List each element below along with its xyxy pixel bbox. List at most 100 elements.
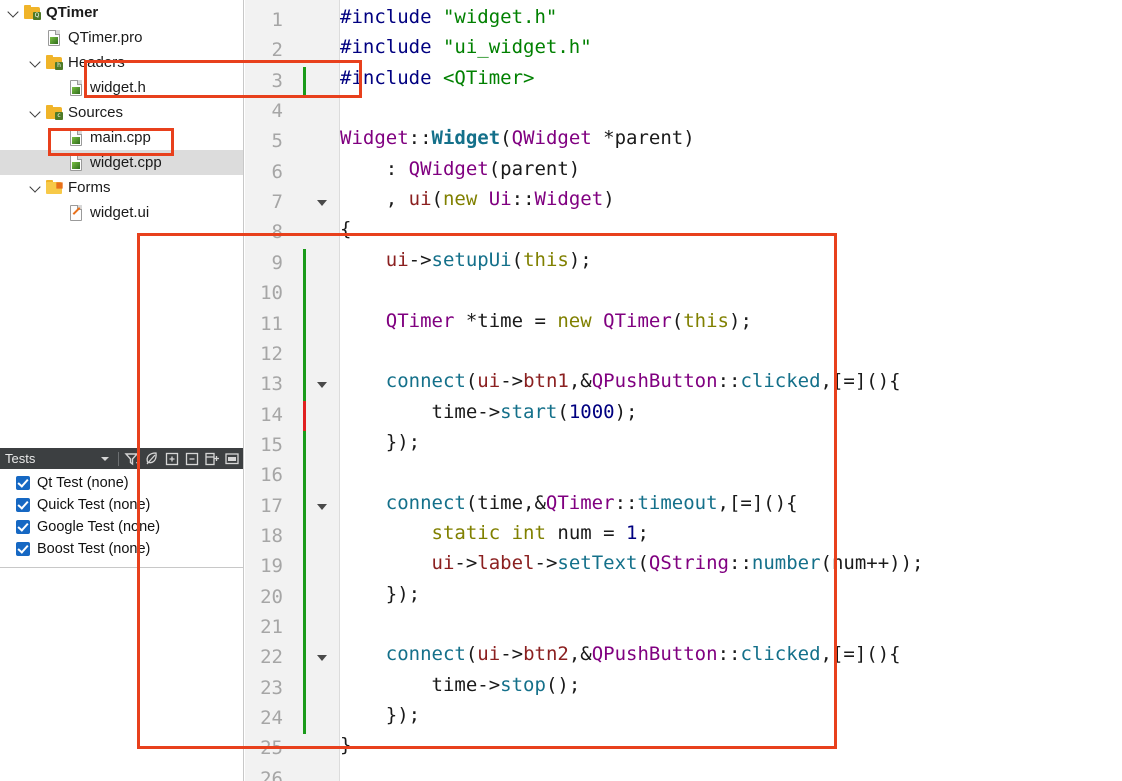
code-token: ); [568,248,592,271]
code-line[interactable]: { [340,220,351,239]
chevron-down-icon[interactable] [30,106,43,119]
tests-list[interactable]: Qt Test (none) Quick Test (none) Google Te… [0,469,243,568]
code-line[interactable]: ui->setupUi(this); [340,248,592,271]
code-token: ,[=](){ [820,370,901,393]
test-item[interactable]: Google Test (none) [0,516,243,538]
tree-item-widget-ui[interactable]: widget.ui [0,200,243,225]
editor-gutter[interactable]: 1 2 3 4 5 6 7 8 9 10 11 12 13 14 15 16 17 18 19 20 21 22 23 24 2… [245,0,340,781]
code-token: :: [717,370,741,393]
code-line[interactable]: QTimer *time = new QTimer(this); [340,309,752,332]
test-item-label: Qt Test (none) [37,475,129,491]
code-line[interactable]: }); [340,584,420,604]
code-line[interactable]: , ui(new Ui::Widget) [340,190,615,209]
code-line[interactable]: ui->label->setText(QString::number(num++… [340,552,924,575]
code-content[interactable]: #include "widget.h" #include "ui_widget.h… [340,0,1122,781]
chevron-down-icon[interactable] [30,56,43,69]
code-token: btn1 [523,370,569,393]
checkbox-checked-icon[interactable] [16,520,30,534]
test-item-label: Google Test (none) [37,519,161,535]
code-token: Widget [534,188,604,211]
line-number: 3 [271,69,283,92]
tree-item-widget-h[interactable]: widget.h [0,75,243,100]
code-token: label [477,552,535,575]
fold-toggle-icon[interactable] [317,198,329,210]
tree-item-label: main.cpp [90,129,151,146]
fold-toggle-icon[interactable] [317,380,329,392]
code-line[interactable]: time->start(1000); [340,400,638,423]
code-token: }); [340,704,421,727]
code-token: ,& [568,370,592,393]
code-line[interactable]: connect(time,&QTimer::timeout,[=](){ [340,493,798,513]
test-item[interactable]: Quick Test (none) [0,494,243,516]
line-number: 26 [260,767,283,781]
test-item[interactable]: Boost Test (none) [0,538,243,560]
tree-item-headers[interactable]: h Headers [0,50,243,75]
run-tests-icon[interactable] [203,449,221,468]
checkbox-checked-icon[interactable] [16,542,30,556]
fold-toggle-icon[interactable] [317,653,329,665]
code-token: "widget.h" [442,6,558,28]
code-token: ( [557,400,569,423]
code-line[interactable]: }); [340,432,420,452]
checkbox-checked-icon[interactable] [16,476,30,490]
code-token: (); [545,673,581,696]
checkbox-checked-icon[interactable] [16,498,30,512]
code-token: { [340,218,352,241]
code-token: connect [385,643,466,666]
code-editor[interactable]: 1 2 3 4 5 6 7 8 9 10 11 12 13 14 15 16 17 18 19 20 21 22 23 24 2… [245,0,1122,781]
code-token: setText [557,552,638,575]
test-item[interactable]: Qt Test (none) [0,472,243,494]
tree-item-label: widget.ui [90,204,150,221]
test-item-label: Boost Test (none) [37,541,151,557]
tree-item-main-cpp[interactable]: main.cpp [0,125,243,150]
code-token: ui [385,248,409,271]
code-token: QString [648,552,729,575]
code-line[interactable]: time->stop(); [340,673,581,696]
chevron-down-icon[interactable] [96,449,114,468]
tree-item-forms[interactable]: Forms [0,175,243,200]
tree-item-sources[interactable]: c Sources [0,100,243,125]
leaf-icon[interactable] [143,449,161,468]
code-token: :: [729,552,752,575]
code-token: btn2 [523,643,569,666]
code-line[interactable]: connect(ui->btn2,&QPushButton::clicked,[… [340,645,901,664]
chevron-down-icon[interactable] [8,6,21,19]
code-token: QTimer [603,309,672,332]
line-number: 13 [260,373,283,396]
line-number: 18 [260,524,283,547]
panel-toggle-icon[interactable] [223,449,241,468]
code-line[interactable]: #include "widget.h" [340,8,557,27]
change-marker [303,248,306,735]
code-line[interactable]: #include "ui_widget.h" [340,38,592,57]
tree-item-qtimer-pro[interactable]: QTimer.pro [0,25,243,50]
line-number: 17 [260,494,283,517]
tree-item-widget-cpp[interactable]: widget.cpp [0,150,243,175]
code-line[interactable]: Widget::Widget(QWidget *parent) [340,129,695,148]
expand-all-icon[interactable] [163,449,181,468]
chevron-down-icon[interactable] [30,181,43,194]
code-line[interactable]: #include <QTimer> [340,68,534,88]
line-number: 22 [260,646,283,669]
code-line[interactable]: } [340,736,351,755]
collapse-all-icon[interactable] [183,449,201,468]
tree-item-label: Forms [68,179,111,196]
code-token: ( [511,248,524,271]
fold-toggle-icon[interactable] [317,502,329,514]
line-number: 23 [260,676,283,699]
line-number: 16 [260,464,283,487]
code-token: -> [500,370,524,393]
line-number: 5 [271,130,283,153]
code-token: (num++)); [820,552,924,575]
code-line[interactable]: connect(ui->btn1,&QPushButton::clicked,[… [340,372,901,391]
code-line[interactable]: static int num = 1; [340,523,649,543]
code-line[interactable]: }); [340,706,420,725]
code-token: stop [500,673,546,696]
code-line[interactable]: : QWidget(parent) [340,159,580,179]
filter-icon[interactable] [123,449,141,468]
tree-item-qtimer[interactable]: Q QTimer [0,0,243,25]
line-number: 2 [271,39,283,62]
